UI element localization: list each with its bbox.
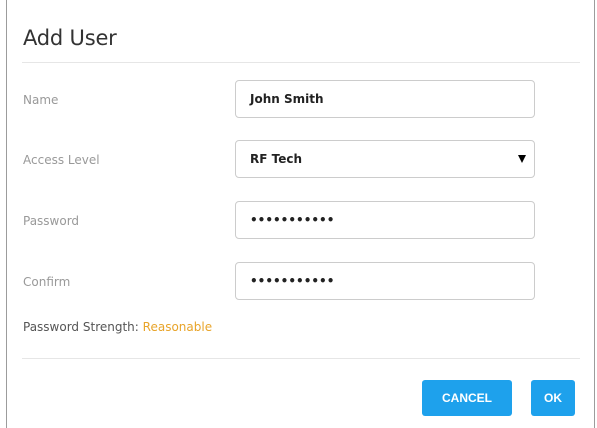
add-user-dialog: Add User Name John Smith Access Level RF… [6,0,595,428]
access-level-value: RF Tech [250,152,303,166]
confirm-field[interactable]: ••••••••••• [235,262,535,300]
password-strength-value: Reasonable [142,320,213,334]
confirm-field-value: ••••••••••• [250,274,335,288]
name-field-value: John Smith [250,92,324,106]
access-level-select[interactable]: RF Tech [235,140,535,178]
name-label: Name [23,93,59,107]
confirm-label: Confirm [23,275,71,289]
header-divider [22,62,580,63]
name-field[interactable]: John Smith [235,80,535,118]
password-label: Password [23,214,80,228]
dialog-title: Add User [23,26,117,50]
password-strength-label: Password Strength: [23,320,139,334]
access-level-label: Access Level [23,153,100,167]
password-field-value: ••••••••••• [250,213,335,227]
caret-down-icon [518,155,526,163]
password-strength: Password Strength: Reasonable [23,320,212,334]
cancel-button[interactable]: CANCEL [422,380,512,416]
ok-button[interactable]: OK [531,380,575,416]
password-field[interactable]: ••••••••••• [235,201,535,239]
footer-divider [22,358,580,359]
